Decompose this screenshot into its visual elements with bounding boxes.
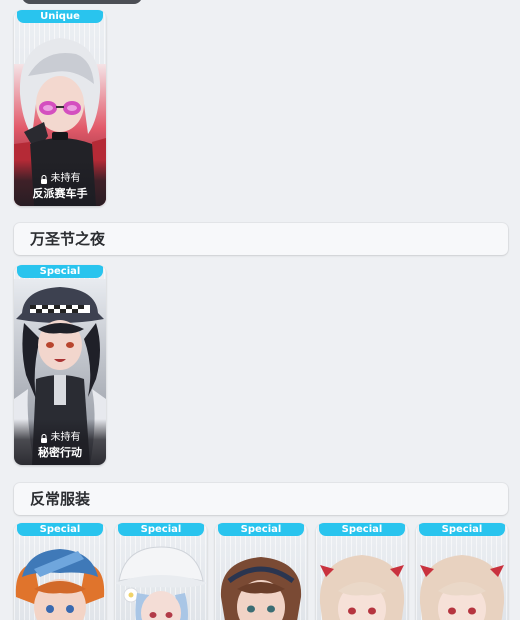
character-portrait [115,546,207,620]
rarity-badge: Unique [17,10,103,23]
costume-card[interactable]: Special [416,523,508,620]
costume-card[interactable]: Special [316,523,408,620]
rarity-badge: Special [17,523,103,536]
section-header-halloween: 万圣节之夜 [14,223,508,255]
ownership-status: 未持有 [14,173,106,185]
rarity-badge: Special [17,265,103,278]
costume-card-secret-operation[interactable]: Special 未持有 秘密行动 [14,265,106,465]
rarity-badge: Special [218,523,304,536]
costume-card-villain-racer[interactable]: Unique 未持有 反派赛车手 [14,10,106,206]
rarity-badge: Special [419,523,505,536]
lock-icon [40,433,47,443]
costume-card[interactable]: Special [115,523,207,620]
character-portrait [419,555,505,620]
character-portrait [319,555,405,620]
status-label: 未持有 [50,173,81,184]
section-header-unusual-outfits: 反常服装 [14,483,508,515]
costume-card[interactable]: Special [14,523,106,620]
section-title: 反常服装 [30,490,91,508]
character-portrait [220,557,302,620]
section-title: 万圣节之夜 [30,230,106,248]
costume-name: 秘密行动 [38,446,82,459]
costume-name: 反派赛车手 [32,187,88,200]
costume-card[interactable]: Special [215,523,307,620]
ownership-status: 未持有 [14,432,106,444]
rarity-badge: Special [319,523,405,536]
character-portrait [15,549,105,620]
rarity-badge: Special [118,523,204,536]
status-label: 未持有 [50,432,81,443]
card-footer: 未持有 反派赛车手 [14,160,106,206]
card-footer: 未持有 秘密行动 [14,419,106,465]
lock-icon [40,174,47,184]
previous-row-edge [22,0,142,4]
